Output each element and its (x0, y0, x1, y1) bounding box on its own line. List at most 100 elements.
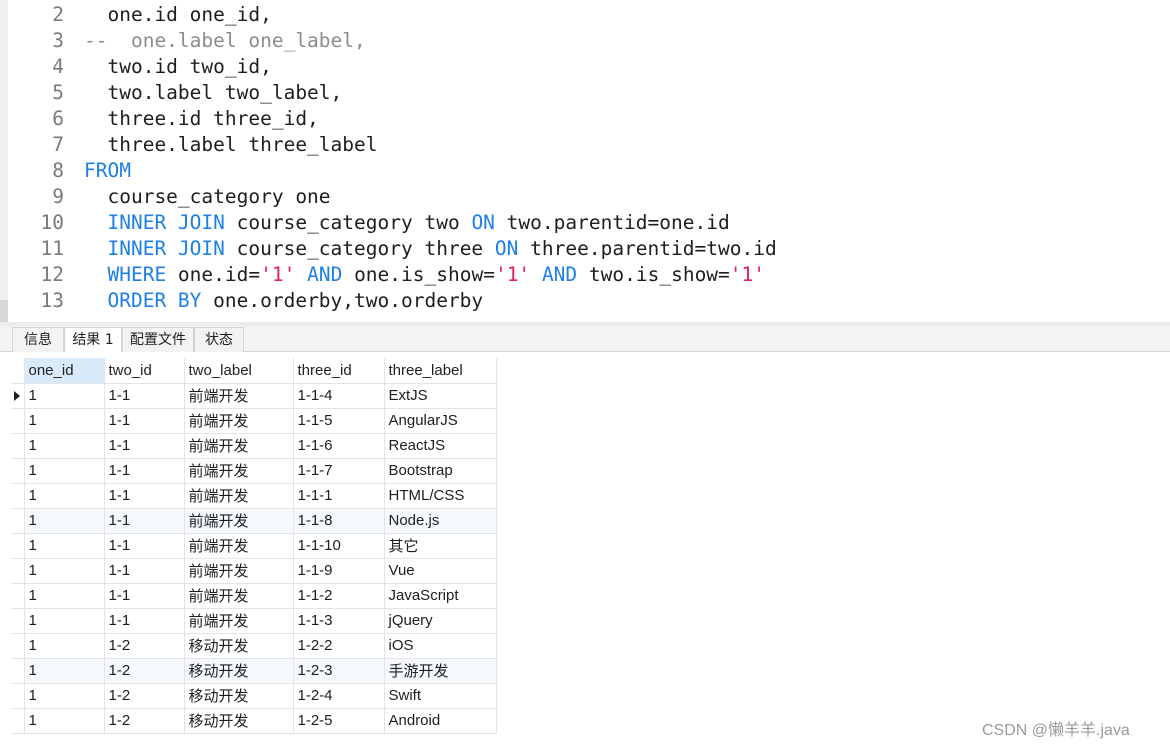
code-line[interactable]: 7 three.label three_label (0, 132, 1170, 158)
table-row[interactable]: 1 1-1 前端开发 1-1-9 Vue (11, 558, 497, 584)
cell-three-label[interactable]: iOS (384, 633, 497, 659)
column-header-two-id[interactable]: two_id (104, 358, 185, 384)
cell-two-id[interactable]: 1-1 (104, 583, 185, 609)
code-line[interactable]: 5 two.label two_label, (0, 80, 1170, 106)
cell-three-id[interactable]: 1-1-8 (293, 508, 385, 534)
table-row[interactable]: 1 1-1 前端开发 1-1-2 JavaScript (11, 583, 497, 609)
cell-two-id[interactable]: 1-1 (104, 433, 185, 459)
table-row[interactable]: 1 1-2 移动开发 1-2-5 Android (11, 708, 497, 734)
cell-three-id[interactable]: 1-1-2 (293, 583, 385, 609)
row-marker[interactable] (11, 383, 25, 409)
code-line[interactable]: 9 course_category one (0, 184, 1170, 210)
cell-three-id[interactable]: 1-1-5 (293, 408, 385, 434)
cell-three-label[interactable]: 其它 (384, 533, 497, 559)
table-row[interactable]: 1 1-1 前端开发 1-1-4 ExtJS (11, 383, 497, 409)
cell-two-id[interactable]: 1-2 (104, 708, 185, 734)
cell-two-id[interactable]: 1-1 (104, 383, 185, 409)
table-row[interactable]: 1 1-1 前端开发 1-1-7 Bootstrap (11, 458, 497, 484)
cell-three-label[interactable]: JavaScript (384, 583, 497, 609)
cell-two-label[interactable]: 前端开发 (184, 408, 294, 434)
cell-two-id[interactable]: 1-1 (104, 508, 185, 534)
cell-three-label[interactable]: ReactJS (384, 433, 497, 459)
cell-three-label[interactable]: jQuery (384, 608, 497, 634)
cell-two-label[interactable]: 移动开发 (184, 708, 294, 734)
cell-two-id[interactable]: 1-1 (104, 608, 185, 634)
column-header-one-id[interactable]: one_id (24, 358, 105, 384)
cell-one-id[interactable]: 1 (24, 633, 105, 659)
cell-two-id[interactable]: 1-1 (104, 483, 185, 509)
cell-three-id[interactable]: 1-1-6 (293, 433, 385, 459)
row-marker[interactable] (11, 483, 25, 509)
cell-three-label[interactable]: Bootstrap (384, 458, 497, 484)
tab-result-1[interactable]: 结果 1 (64, 327, 122, 353)
cell-two-label[interactable]: 前端开发 (184, 608, 294, 634)
code-line[interactable]: 12 WHERE one.id='1' AND one.is_show='1' … (0, 262, 1170, 288)
cell-one-id[interactable]: 1 (24, 533, 105, 559)
cell-one-id[interactable]: 1 (24, 483, 105, 509)
cell-one-id[interactable]: 1 (24, 558, 105, 584)
cell-two-id[interactable]: 1-1 (104, 558, 185, 584)
cell-one-id[interactable]: 1 (24, 583, 105, 609)
row-marker[interactable] (11, 608, 25, 634)
cell-two-id[interactable]: 1-2 (104, 658, 185, 684)
code-line[interactable]: 4 two.id two_id, (0, 54, 1170, 80)
tab-status[interactable]: 状态 (194, 327, 244, 352)
code-line[interactable]: 8 FROM (0, 158, 1170, 184)
row-marker[interactable] (11, 558, 25, 584)
row-marker[interactable] (11, 683, 25, 709)
table-row[interactable]: 1 1-1 前端开发 1-1-8 Node.js (11, 508, 497, 534)
cell-two-id[interactable]: 1-2 (104, 683, 185, 709)
row-marker[interactable] (11, 658, 25, 684)
cell-two-id[interactable]: 1-2 (104, 633, 185, 659)
cell-one-id[interactable]: 1 (24, 508, 105, 534)
column-header-two-label[interactable]: two_label (184, 358, 294, 384)
column-header-three-id[interactable]: three_id (293, 358, 385, 384)
cell-three-label[interactable]: Vue (384, 558, 497, 584)
cell-one-id[interactable]: 1 (24, 608, 105, 634)
cell-one-id[interactable]: 1 (24, 683, 105, 709)
cell-two-id[interactable]: 1-1 (104, 533, 185, 559)
table-row[interactable]: 1 1-1 前端开发 1-1-5 AngularJS (11, 408, 497, 434)
cell-three-id[interactable]: 1-1-1 (293, 483, 385, 509)
table-row[interactable]: 1 1-1 前端开发 1-1-3 jQuery (11, 608, 497, 634)
cell-one-id[interactable]: 1 (24, 433, 105, 459)
cell-three-label[interactable]: HTML/CSS (384, 483, 497, 509)
cell-one-id[interactable]: 1 (24, 383, 105, 409)
cell-two-label[interactable]: 前端开发 (184, 583, 294, 609)
table-row[interactable]: 1 1-2 移动开发 1-2-3 手游开发 (11, 658, 497, 684)
row-marker[interactable] (11, 708, 25, 734)
cell-two-label[interactable]: 前端开发 (184, 458, 294, 484)
cell-two-label[interactable]: 前端开发 (184, 508, 294, 534)
cell-three-id[interactable]: 1-1-10 (293, 533, 385, 559)
tab-info[interactable]: 信息 (12, 327, 64, 352)
cell-three-label[interactable]: AngularJS (384, 408, 497, 434)
code-line[interactable]: 10 INNER JOIN course_category two ON two… (0, 210, 1170, 236)
cell-one-id[interactable]: 1 (24, 458, 105, 484)
table-row[interactable]: 1 1-1 前端开发 1-1-10 其它 (11, 533, 497, 559)
code-line[interactable]: 2 one.id one_id, (0, 2, 1170, 28)
cell-two-label[interactable]: 前端开发 (184, 383, 294, 409)
cell-three-label[interactable]: Android (384, 708, 497, 734)
cell-two-label[interactable]: 前端开发 (184, 433, 294, 459)
cell-three-id[interactable]: 1-2-5 (293, 708, 385, 734)
cell-one-id[interactable]: 1 (24, 658, 105, 684)
cell-three-label[interactable]: Node.js (384, 508, 497, 534)
tab-profile[interactable]: 配置文件 (122, 327, 194, 352)
code-line[interactable]: 11 INNER JOIN course_category three ON t… (0, 236, 1170, 262)
cell-two-label[interactable]: 前端开发 (184, 533, 294, 559)
cell-three-label[interactable]: 手游开发 (384, 658, 497, 684)
cell-three-id[interactable]: 1-2-4 (293, 683, 385, 709)
row-marker[interactable] (11, 533, 25, 559)
cell-three-id[interactable]: 1-1-3 (293, 608, 385, 634)
cell-two-label[interactable]: 前端开发 (184, 483, 294, 509)
table-row[interactable]: 1 1-1 前端开发 1-1-1 HTML/CSS (11, 483, 497, 509)
cell-three-label[interactable]: Swift (384, 683, 497, 709)
cell-one-id[interactable]: 1 (24, 708, 105, 734)
cell-two-label[interactable]: 移动开发 (184, 683, 294, 709)
row-marker[interactable] (11, 633, 25, 659)
cell-one-id[interactable]: 1 (24, 408, 105, 434)
table-row[interactable]: 1 1-2 移动开发 1-2-4 Swift (11, 683, 497, 709)
cell-two-label[interactable]: 移动开发 (184, 658, 294, 684)
column-header-three-label[interactable]: three_label (384, 358, 497, 384)
cell-three-id[interactable]: 1-1-4 (293, 383, 385, 409)
